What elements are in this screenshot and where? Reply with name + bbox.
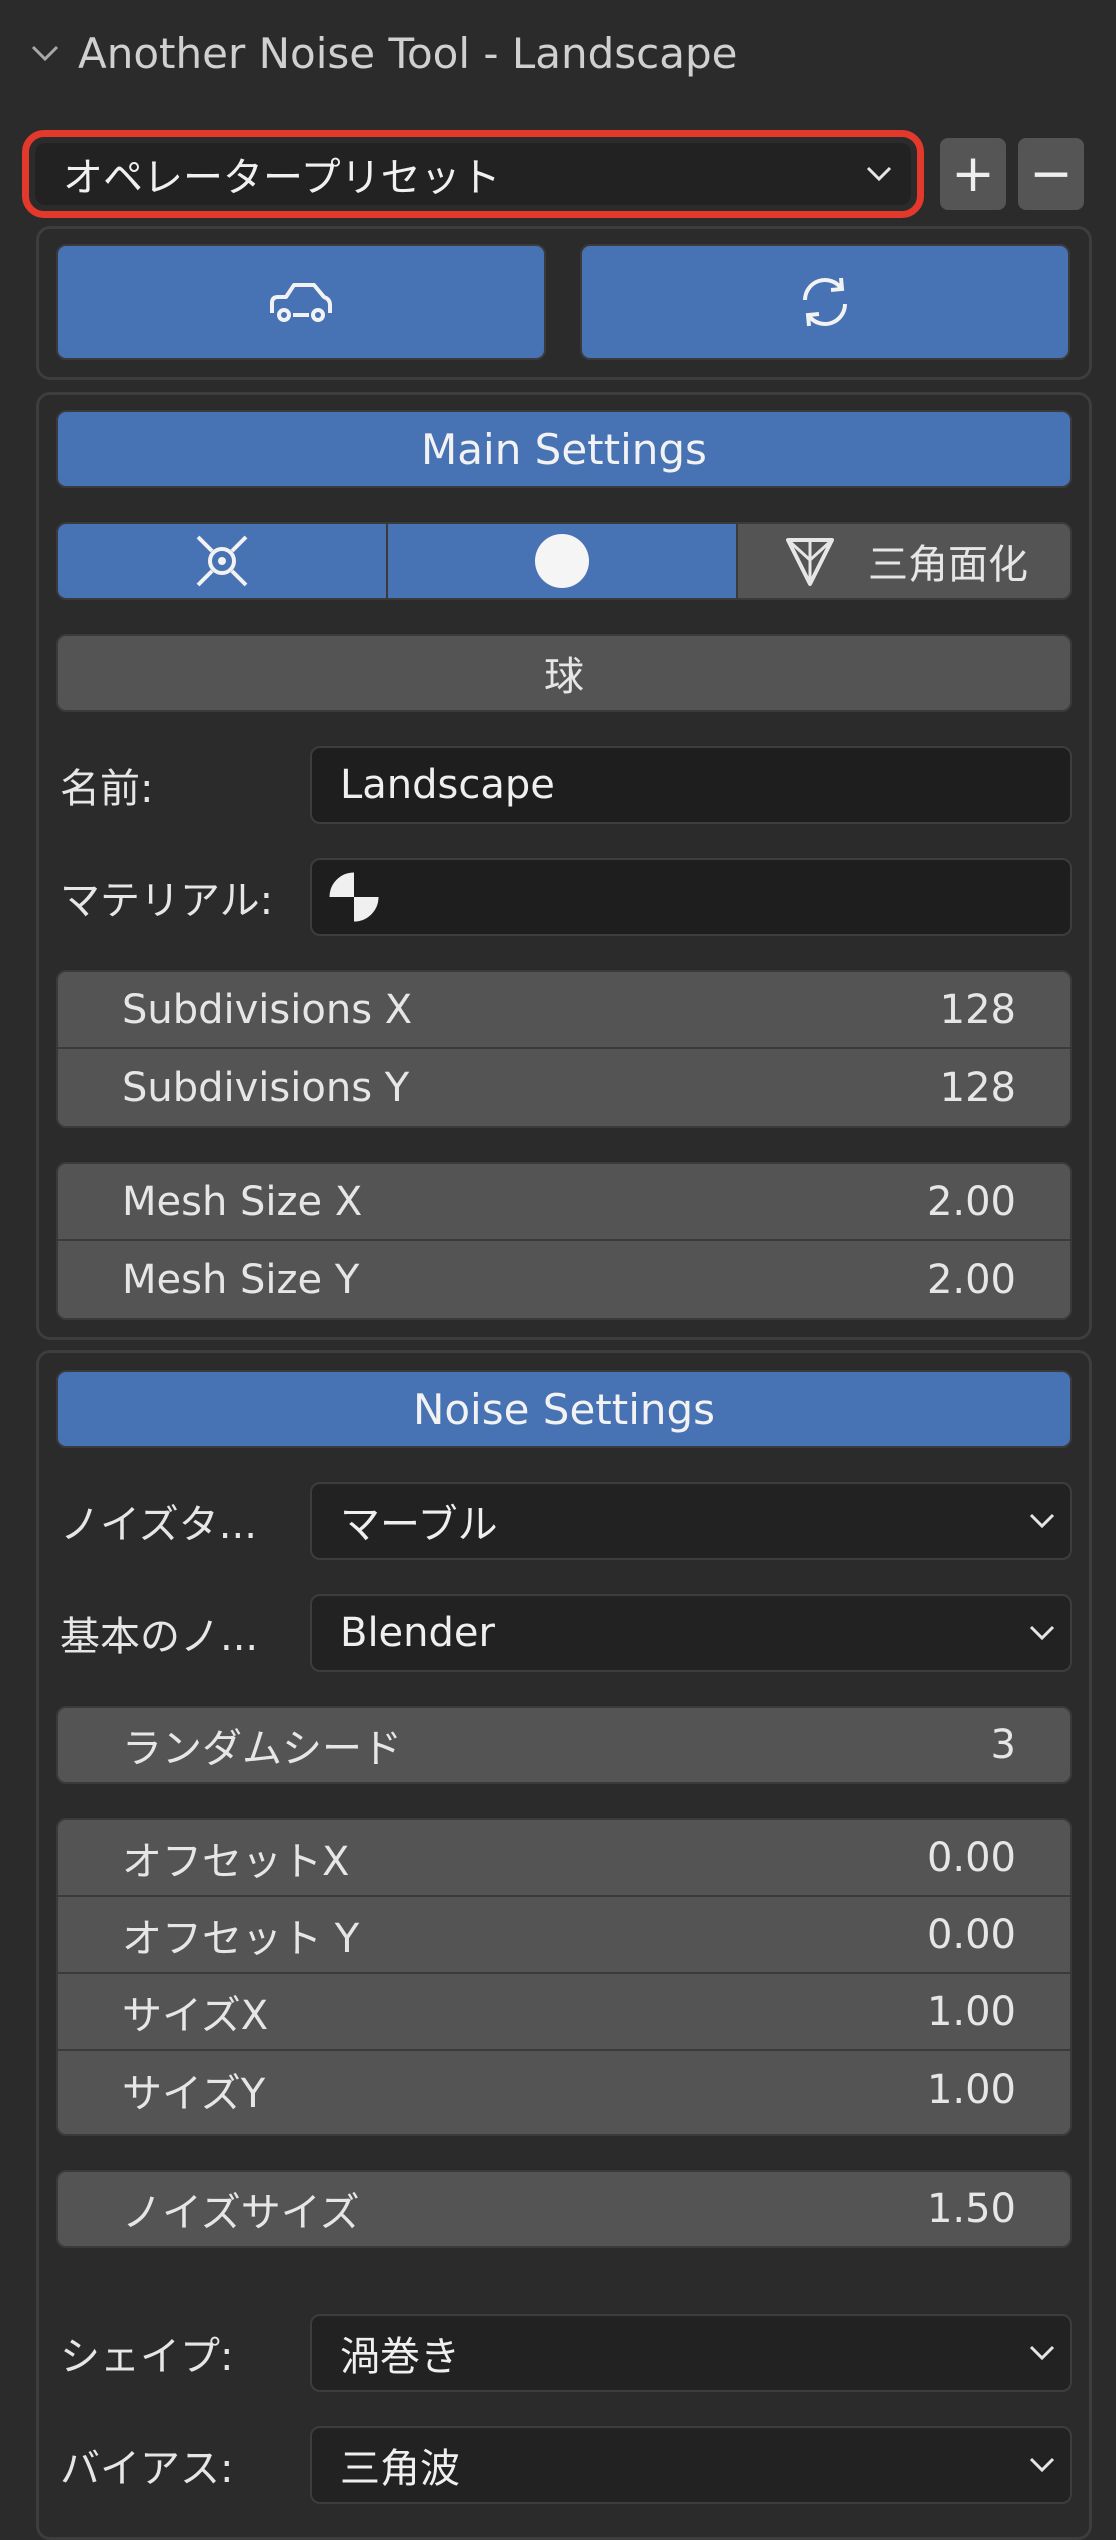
noise-size-value: 1.50: [926, 2186, 1016, 2232]
triangulate-label: 三角面化: [868, 542, 1028, 588]
mesh-size-x-value: 2.00: [926, 1178, 1016, 1225]
bias-label: バイアス:: [60, 2446, 234, 2492]
main-settings-header[interactable]: Main Settings: [56, 410, 1072, 488]
material-icon: [324, 867, 384, 927]
noise-size-label: ノイズサイズ: [122, 2190, 360, 2236]
offset-size-group: オフセットX 0.00 オフセット Y 0.00 サイズX 1.00 サイズY …: [56, 1818, 1072, 2136]
refresh-icon: [795, 272, 855, 332]
name-label: 名前:: [60, 766, 154, 812]
chevron-down-icon: [1028, 2344, 1056, 2362]
offset-x-field[interactable]: オフセットX 0.00: [58, 1820, 1070, 1897]
material-label: マテリアル:: [60, 878, 274, 924]
triangulate-icon: [780, 530, 840, 592]
mesh-size-y-field[interactable]: Mesh Size Y 2.00: [58, 1241, 1070, 1318]
sphere-icon: [532, 531, 592, 591]
object-center-toggle[interactable]: [58, 524, 388, 598]
size-x-field[interactable]: サイズX 1.00: [58, 1974, 1070, 2051]
subdivisions-x-label: Subdivisions X: [122, 986, 413, 1033]
random-seed-label: ランダムシード: [122, 1726, 402, 1772]
size-y-label: サイズY: [122, 2070, 266, 2117]
object-center-icon: [192, 531, 252, 591]
car-button[interactable]: [56, 244, 546, 360]
shape-dropdown[interactable]: 渦巻き: [310, 2314, 1072, 2392]
subdivisions-y-value: 128: [939, 1064, 1016, 1111]
chevron-down-icon: [1028, 1512, 1056, 1530]
chevron-down-icon: [1028, 1624, 1056, 1642]
main-mode-segmented: 三角面化: [56, 522, 1072, 600]
material-field[interactable]: [310, 858, 1072, 936]
remove-preset-button[interactable]: −: [1018, 138, 1084, 210]
offset-y-value: 0.00: [926, 1911, 1016, 1958]
offset-y-label: オフセット Y: [122, 1915, 360, 1962]
shape-value: 渦巻き: [340, 2334, 460, 2380]
subdivisions-y-field[interactable]: Subdivisions Y 128: [58, 1049, 1070, 1126]
offset-x-value: 0.00: [926, 1834, 1016, 1881]
car-icon: [266, 279, 336, 325]
panel-header[interactable]: Another Noise Tool - Landscape: [30, 18, 738, 88]
chevron-down-icon: [865, 165, 893, 183]
triangulate-toggle[interactable]: 三角面化: [738, 524, 1070, 598]
operator-preset-dropdown[interactable]: オペレータープリセット: [22, 130, 924, 218]
mesh-size-x-field[interactable]: Mesh Size X 2.00: [58, 1164, 1070, 1241]
size-x-value: 1.00: [926, 1988, 1016, 2035]
refresh-button[interactable]: [580, 244, 1070, 360]
subdivisions-y-label: Subdivisions Y: [122, 1064, 410, 1111]
chevron-down-icon: [30, 38, 60, 68]
sphere-toggle[interactable]: [388, 524, 738, 598]
size-x-label: サイズX: [122, 1992, 269, 2039]
bias-value: 三角波: [340, 2446, 460, 2492]
offset-y-field[interactable]: オフセット Y 0.00: [58, 1897, 1070, 1974]
noise-basis-label: 基本のノ...: [60, 1614, 259, 1660]
mesh-size-y-label: Mesh Size Y: [122, 1256, 360, 1303]
noise-type-label: ノイズタ...: [60, 1502, 257, 1548]
random-seed-field[interactable]: ランダムシード 3: [58, 1708, 1070, 1782]
mesh-size-x-label: Mesh Size X: [122, 1178, 363, 1225]
offset-x-label: オフセットX: [122, 1838, 350, 1885]
sphere-button[interactable]: 球: [56, 634, 1072, 712]
bias-dropdown[interactable]: 三角波: [310, 2426, 1072, 2504]
noise-size-field[interactable]: ノイズサイズ 1.50: [58, 2172, 1070, 2246]
noise-settings-header[interactable]: Noise Settings: [56, 1370, 1072, 1448]
noise-basis-dropdown[interactable]: Blender: [310, 1594, 1072, 1672]
operator-preset-label: オペレータープリセット: [63, 155, 501, 201]
add-preset-button[interactable]: +: [940, 138, 1006, 210]
mesh-size-y-value: 2.00: [926, 1256, 1016, 1303]
noise-type-value: マーブル: [340, 1502, 498, 1548]
seed-group: ランダムシード 3: [56, 1706, 1072, 1784]
noise-basis-value: Blender: [340, 1610, 495, 1656]
subdivisions-x-field[interactable]: Subdivisions X 128: [58, 972, 1070, 1049]
panel-title: Another Noise Tool - Landscape: [78, 28, 738, 78]
chevron-down-icon: [1028, 2456, 1056, 2474]
noise-size-group: ノイズサイズ 1.50: [56, 2170, 1072, 2248]
size-y-field[interactable]: サイズY 1.00: [58, 2051, 1070, 2128]
mesh-size-group: Mesh Size X 2.00 Mesh Size Y 2.00: [56, 1162, 1072, 1320]
subdivisions-group: Subdivisions X 128 Subdivisions Y 128: [56, 970, 1072, 1128]
name-field[interactable]: Landscape: [310, 746, 1072, 824]
random-seed-value: 3: [990, 1722, 1016, 1768]
noise-type-dropdown[interactable]: マーブル: [310, 1482, 1072, 1560]
shape-label: シェイプ:: [60, 2334, 234, 2380]
subdivisions-x-value: 128: [939, 986, 1016, 1033]
size-y-value: 1.00: [926, 2066, 1016, 2113]
